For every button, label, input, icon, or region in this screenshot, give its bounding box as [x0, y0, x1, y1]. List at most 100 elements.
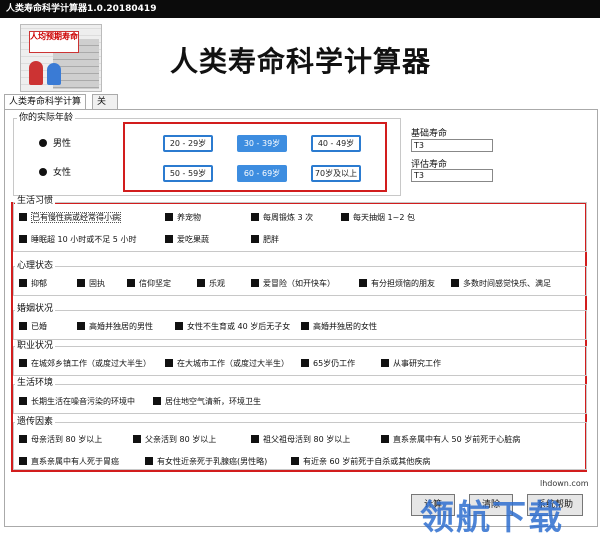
cb-label: 肥胖 [263, 235, 279, 244]
elder-figure-icon [47, 63, 61, 85]
cb-stomach-cancer[interactable]: 直系亲属中有人死于胃癌 [19, 456, 119, 467]
cb-noise-pollution[interactable]: 长期生活在噪音污染的环境中 [19, 396, 135, 407]
checkbox [19, 435, 27, 443]
cb-female-no-children[interactable]: 女性不生育或 40 岁后无子女 [175, 321, 290, 332]
cb-label: 65岁仍工作 [313, 359, 356, 368]
checkbox [165, 359, 173, 367]
checkbox [251, 235, 259, 243]
radio-male-label: 男性 [53, 139, 72, 149]
cb-label: 高婚并独居的男性 [89, 322, 153, 331]
checkbox [77, 279, 85, 287]
cb-label: 长期生活在噪音污染的环境中 [31, 397, 135, 406]
cb-label: 乐观 [209, 279, 225, 288]
cb-clean-air[interactable]: 居住地空气清新，环境卫生 [153, 396, 261, 407]
cb-friends[interactable]: 有分担烦恼的朋友 [359, 278, 435, 289]
checkbox [165, 213, 173, 221]
cb-label: 信仰坚定 [139, 279, 171, 288]
checkbox [77, 322, 85, 330]
cb-label: 在城郊乡镇工作（或度过大半生） [31, 359, 151, 368]
cb-smoking[interactable]: 每天抽烟 1~2 包 [341, 212, 415, 223]
cb-label: 固执 [89, 279, 105, 288]
cb-label: 有女性近亲死于乳腺癌(男性略) [157, 457, 268, 466]
watermark-url: lhdown.com [540, 479, 589, 488]
radio-female[interactable]: 女性 [39, 167, 71, 179]
cb-married[interactable]: 已婚 [19, 321, 47, 332]
cb-city-work[interactable]: 在大城市工作（或度过大半生） [165, 358, 289, 369]
checkbox [381, 435, 389, 443]
cb-label: 在大城市工作（或度过大半生） [177, 359, 289, 368]
checkbox [197, 279, 205, 287]
cb-father-80[interactable]: 父亲活到 80 岁以上 [133, 434, 216, 445]
cb-label: 已有慢性病或经常得小病 [31, 212, 121, 223]
cb-exercise[interactable]: 每周锻炼 3 次 [251, 212, 313, 223]
career-label: 职业状况 [15, 341, 56, 351]
cb-optimistic[interactable]: 乐观 [197, 278, 225, 289]
cb-obesity[interactable]: 肥胖 [251, 234, 279, 245]
radio-female-dot [39, 168, 47, 176]
checkbox [291, 457, 299, 465]
radio-male-dot [39, 139, 47, 147]
cb-label: 居住地空气清新，环境卫生 [165, 397, 261, 406]
cb-label: 直系亲属中有人死于胃癌 [31, 457, 119, 466]
checkbox [451, 279, 459, 287]
cb-label: 爱冒险（如开快车） [263, 279, 335, 288]
cb-sleep[interactable]: 睡眠超 10 小时或不足 5 小时 [19, 234, 136, 245]
cb-adventure[interactable]: 爱冒险（如开快车） [251, 278, 335, 289]
cb-divorced-female[interactable]: 高婚并独居的女性 [301, 321, 377, 332]
checkbox [19, 322, 27, 330]
tab-about[interactable]: 关于 [92, 94, 118, 122]
cb-chronic-disease[interactable]: 已有慢性病或经常得小病 [19, 212, 121, 223]
radio-female-label: 女性 [53, 168, 72, 178]
cb-grandparents-80[interactable]: 祖父祖母活到 80 岁以上 [251, 434, 350, 445]
cb-depressed[interactable]: 抑郁 [19, 278, 47, 289]
cb-stubborn[interactable]: 固执 [77, 278, 105, 289]
cb-rural-work[interactable]: 在城郊乡镇工作（或度过大半生） [19, 358, 151, 369]
cb-research-work[interactable]: 从事研究工作 [381, 358, 441, 369]
checkbox [175, 322, 183, 330]
main-panel: 你的实际年龄 男性 女性 20 - 29岁 30 - 39岁 40 - 49岁 … [4, 109, 598, 527]
cb-label: 父亲活到 80 岁以上 [145, 435, 217, 444]
checkbox [381, 359, 389, 367]
tab-calculator[interactable]: 人类寿命科学计算器 [4, 94, 86, 122]
marriage-label: 婚姻状况 [15, 304, 56, 314]
checkbox [145, 457, 153, 465]
checkbox [19, 213, 27, 221]
window-title: 人类寿命科学计算器1.0.20180419 [0, 0, 600, 18]
checkbox [301, 359, 309, 367]
checkbox [133, 435, 141, 443]
cb-label: 有近亲 60 岁前死于自杀或其他疾病 [303, 457, 431, 466]
cb-breast-cancer[interactable]: 有女性近亲死于乳腺癌(男性略) [145, 456, 267, 467]
checkbox [251, 213, 259, 221]
checkbox [19, 397, 27, 405]
cb-heart-disease[interactable]: 直系亲属中有人 50 岁前死于心脏病 [381, 434, 520, 445]
genetics-label: 遗传因素 [15, 417, 56, 427]
checkbox [301, 322, 309, 330]
cb-suicide[interactable]: 有近亲 60 岁前死于自杀或其他疾病 [291, 456, 430, 467]
checkbox [19, 279, 27, 287]
cb-label: 从事研究工作 [393, 359, 441, 368]
cb-label: 直系亲属中有人 50 岁前死于心脏病 [393, 435, 521, 444]
cb-pets[interactable]: 养宠物 [165, 212, 201, 223]
checkbox [19, 235, 27, 243]
cb-label: 每天抽烟 1~2 包 [353, 213, 415, 222]
cb-label: 女性不生育或 40 岁后无子女 [187, 322, 291, 331]
checkbox [359, 279, 367, 287]
age-group-label: 你的实际年龄 [17, 113, 76, 123]
watermark-logo: 领航下载 [420, 498, 564, 535]
checkbox [251, 279, 259, 287]
app-header: 人均预期寿命 人类寿命科学计算器 [0, 18, 600, 94]
cb-label: 抑郁 [31, 279, 47, 288]
logo-sign: 人均预期寿命 [29, 31, 79, 53]
eval-life-field[interactable]: T3 [411, 169, 493, 182]
checkbox [153, 397, 161, 405]
base-life-field[interactable]: T3 [411, 139, 493, 152]
cb-label: 爱吃果蔬 [177, 235, 209, 244]
cb-work-at-65[interactable]: 65岁仍工作 [301, 358, 355, 369]
cb-mother-80[interactable]: 母亲活到 80 岁以上 [19, 434, 102, 445]
cb-faith[interactable]: 信仰坚定 [127, 278, 171, 289]
cb-happy[interactable]: 多数时间感觉快乐、满足 [451, 278, 551, 289]
radio-male[interactable]: 男性 [39, 138, 71, 150]
cb-fruits-veg[interactable]: 爱吃果蔬 [165, 234, 209, 245]
app-title: 人类寿命科学计算器 [170, 45, 432, 78]
cb-divorced-male[interactable]: 高婚并独居的男性 [77, 321, 153, 332]
